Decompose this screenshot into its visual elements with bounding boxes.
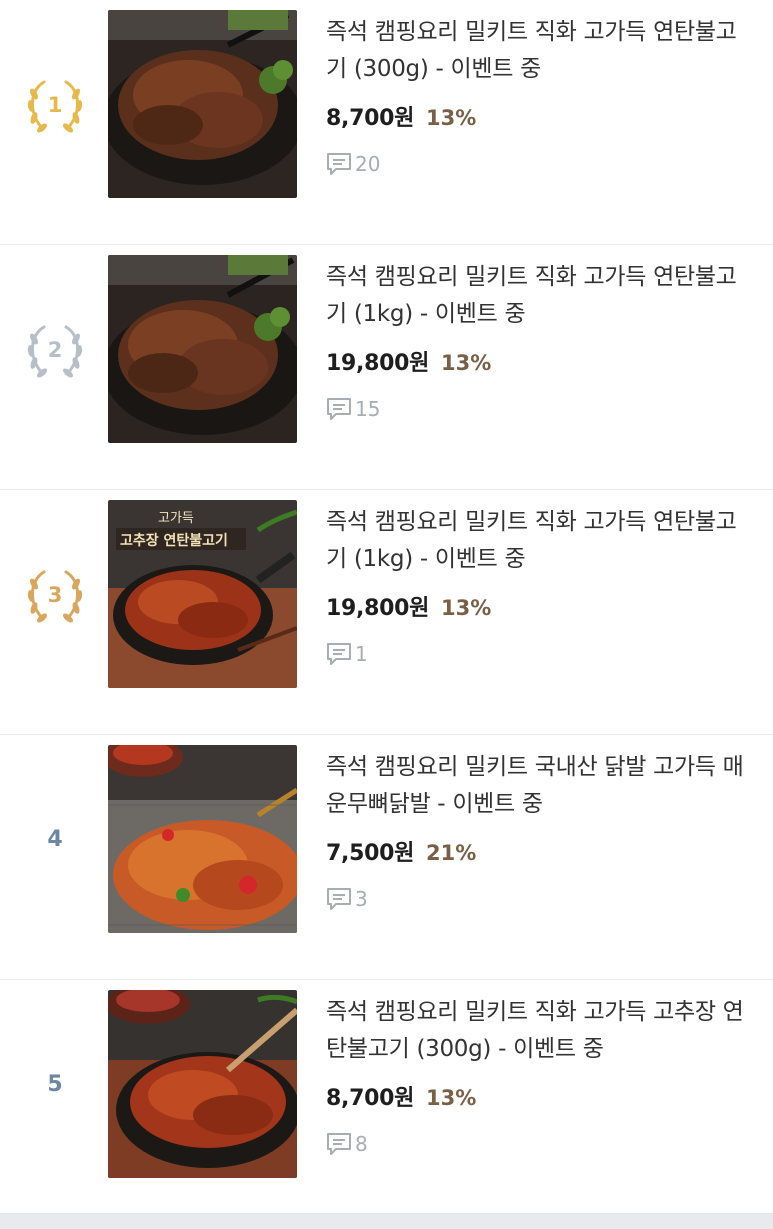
product-image[interactable] <box>108 990 297 1178</box>
comment-icon <box>327 643 351 665</box>
rank-number: 5 <box>47 1072 63 1097</box>
review-count: 3 <box>326 885 756 913</box>
list-item[interactable]: 1 즉석 캠핑요리 밀키트 직화 고가득 연탄불고기 (300g) - 이벤트 … <box>0 0 773 245</box>
review-count-number: 3 <box>355 887 368 911</box>
rank-number: 1 <box>47 92 63 117</box>
review-count: 20 <box>326 150 756 178</box>
product-price: 7,500원 <box>326 841 415 866</box>
rank-badge: 5 <box>20 1050 90 1120</box>
product-price: 8,700원 <box>326 106 415 131</box>
image-text-product: 고추장 연탄불고기 <box>120 532 228 549</box>
product-title[interactable]: 즉석 캠핑요리 밀키트 직화 고가득 고추장 연탄불고기 (300g) - 이벤… <box>326 994 756 1068</box>
rank-number: 2 <box>47 337 63 362</box>
list-item[interactable]: 2 즉석 캠핑요리 밀키트 직화 고가득 연탄불고기 (1kg) - 이벤트 중… <box>0 245 773 490</box>
review-count: 1 <box>326 640 756 668</box>
rank-number: 3 <box>47 582 63 607</box>
rank-badge: 3 <box>20 560 90 630</box>
rank-badge: 2 <box>20 315 90 385</box>
rank-badge: 1 <box>20 70 90 140</box>
comment-icon <box>327 153 351 175</box>
discount-rate: 13% <box>426 106 477 130</box>
product-price: 8,700원 <box>326 1086 415 1111</box>
list-item[interactable]: 5 즉석 캠핑요리 밀키트 직화 고가득 고추장 연탄불고기 (300g) - … <box>0 980 773 1225</box>
comment-icon <box>327 398 351 420</box>
image-text-brand: 고가득 <box>158 511 194 526</box>
review-count-number: 8 <box>355 1132 368 1156</box>
product-image[interactable] <box>108 10 297 198</box>
product-title[interactable]: 즉석 캠핑요리 밀키트 국내산 닭발 고가득 매운무뼈닭발 - 이벤트 중 <box>326 749 756 823</box>
product-price: 19,800원 <box>326 596 430 621</box>
list-item[interactable]: 3 고가득 고추장 연탄불고기 즉석 캠핑요리 밀키트 직화 고가득 연탄불고기… <box>0 490 773 735</box>
comment-icon <box>327 1133 351 1155</box>
product-ranking-list: 1 즉석 캠핑요리 밀키트 직화 고가득 연탄불고기 (300g) - 이벤트 … <box>0 0 773 1213</box>
review-count: 8 <box>326 1130 756 1158</box>
product-title[interactable]: 즉석 캠핑요리 밀키트 직화 고가득 연탄불고기 (300g) - 이벤트 중 <box>326 14 756 88</box>
product-price: 19,800원 <box>326 351 430 376</box>
discount-rate: 13% <box>426 1086 477 1110</box>
review-count-number: 1 <box>355 642 368 666</box>
review-count: 15 <box>326 395 756 423</box>
bottom-divider <box>0 1213 773 1229</box>
discount-rate: 21% <box>426 841 477 865</box>
rank-number: 4 <box>47 827 63 852</box>
review-count-number: 15 <box>355 397 381 421</box>
discount-rate: 13% <box>441 596 492 620</box>
rank-badge: 4 <box>20 805 90 875</box>
product-title[interactable]: 즉석 캠핑요리 밀키트 직화 고가득 연탄불고기 (1kg) - 이벤트 중 <box>326 259 756 333</box>
product-image[interactable]: 고가득 고추장 연탄불고기 <box>108 500 297 688</box>
list-item[interactable]: 4 즉석 캠핑요리 밀키트 국내산 닭발 고가득 매운무뼈닭발 - 이벤트 중 … <box>0 735 773 980</box>
product-image[interactable] <box>108 255 297 443</box>
review-count-number: 20 <box>355 152 381 176</box>
product-image[interactable] <box>108 745 297 933</box>
product-title[interactable]: 즉석 캠핑요리 밀키트 직화 고가득 연탄불고기 (1kg) - 이벤트 중 <box>326 504 756 578</box>
discount-rate: 13% <box>441 351 492 375</box>
comment-icon <box>327 888 351 910</box>
